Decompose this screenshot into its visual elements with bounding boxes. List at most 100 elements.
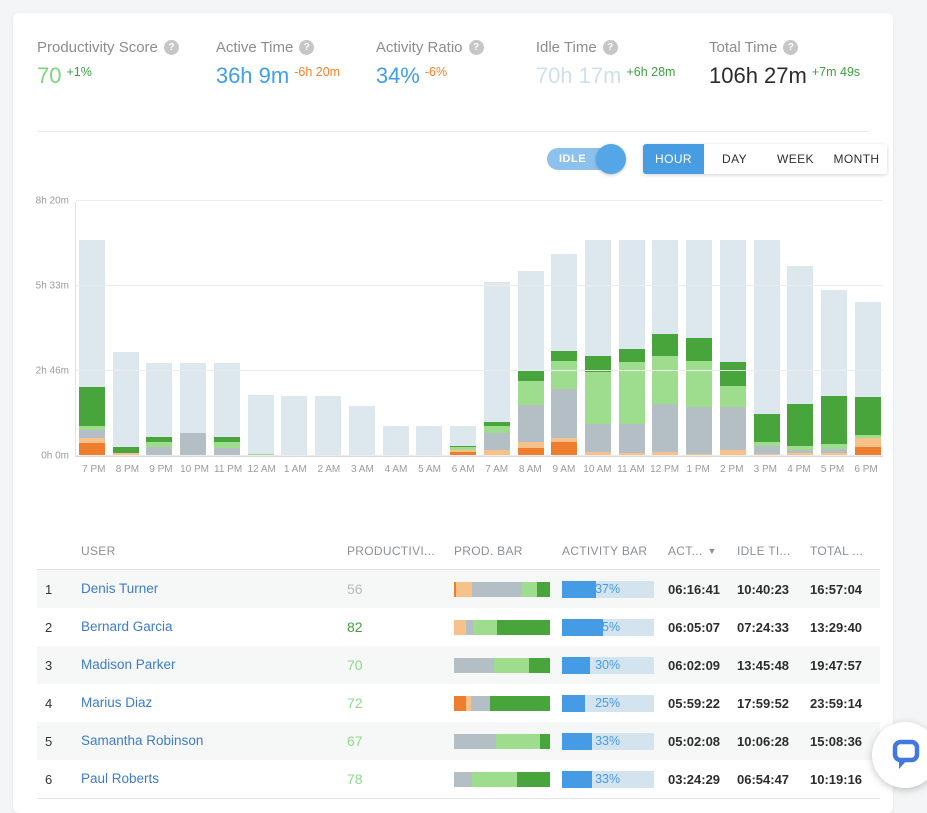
tab-day[interactable]: DAY — [704, 144, 765, 174]
stat-value: 70 — [37, 65, 61, 87]
header-user[interactable]: USER — [81, 544, 347, 558]
header-prod-bar[interactable]: PROD. BAR — [454, 544, 562, 558]
toggle-knob-icon[interactable] — [596, 144, 626, 174]
x-axis-tick-label: 12 PM — [648, 464, 682, 475]
bar-segment-idle — [349, 406, 375, 456]
prod-bar — [454, 696, 550, 711]
table-header-row: USERPRODUCTIVI...PROD. BARACTIVITY BARAC… — [37, 532, 880, 570]
bar-segment-productive — [754, 414, 780, 442]
bar-9-pm[interactable] — [146, 363, 172, 456]
gridline — [76, 455, 883, 456]
productivity-score-cell: 56 — [347, 581, 454, 597]
stat-delta: +7m 49s — [812, 66, 860, 79]
activity-bar: 25% — [562, 695, 654, 712]
stat-activity-ratio: Activity Ratio?34%-6% — [376, 39, 536, 87]
tab-hour[interactable]: HOUR — [643, 144, 704, 174]
bar-segment-idle — [180, 363, 206, 433]
x-axis-tick-label: 2 PM — [715, 464, 749, 475]
bar-segment-idle — [450, 426, 476, 446]
bar-3-am[interactable] — [349, 406, 375, 456]
sort-desc-icon[interactable]: ▼ — [707, 546, 716, 556]
prod-bar-cell — [454, 734, 562, 749]
stat-value-row: 106h 27m+7m 49s — [709, 65, 869, 87]
table-row: 5Samantha Robinson6733%05:02:0810:06:281… — [37, 722, 880, 760]
user-link[interactable]: Samantha Robinson — [81, 733, 203, 748]
header-idle-ti[interactable]: IDLE TI... — [737, 544, 810, 558]
bar-8-am[interactable] — [518, 271, 544, 456]
bar-2-am[interactable] — [315, 396, 341, 456]
stat-delta: -6h 20m — [294, 66, 340, 79]
bar-4-am[interactable] — [383, 426, 409, 456]
stat-active-time: Active Time?36h 9m-6h 20m — [216, 39, 376, 87]
bar-3-pm[interactable] — [754, 240, 780, 456]
x-axis-tick-label: 8 AM — [514, 464, 548, 475]
prod-bar-cell — [454, 620, 562, 635]
x-axis-tick-label: 10 PM — [178, 464, 212, 475]
bar-5-am[interactable] — [416, 426, 442, 456]
header-label: ACT... — [668, 544, 702, 558]
bar-segment-neutral — [686, 407, 712, 455]
x-axis-tick-label: 9 AM — [547, 464, 581, 475]
x-axis-tick-label: 3 PM — [749, 464, 783, 475]
header-act[interactable]: ACT... ▼ — [668, 544, 737, 558]
activity-bar-fill — [562, 733, 592, 750]
bar-4-pm[interactable] — [787, 266, 813, 456]
header-productivi[interactable]: PRODUCTIVI... — [347, 544, 454, 558]
bar-segment-neutral — [79, 430, 105, 438]
bar-6-pm[interactable] — [855, 302, 881, 456]
bar-segment-idle — [551, 254, 577, 351]
bar-10-am[interactable] — [585, 240, 611, 456]
bar-11-pm[interactable] — [214, 363, 240, 456]
user-link[interactable]: Madison Parker — [81, 657, 176, 672]
bar-1-pm[interactable] — [686, 240, 712, 456]
bar-11-am[interactable] — [619, 240, 645, 456]
x-axis-tick-label: 1 AM — [278, 464, 312, 475]
stats-divider — [37, 131, 869, 132]
chart-controls: IDLE HOURDAYWEEKMONTH — [547, 144, 887, 174]
tab-week[interactable]: WEEK — [765, 144, 826, 174]
help-icon[interactable]: ? — [164, 40, 179, 55]
bar-segment-neutral — [754, 446, 780, 455]
bar-5-pm[interactable] — [821, 290, 847, 456]
bar-1-am[interactable] — [281, 396, 307, 456]
prod-bar-segment — [529, 658, 550, 673]
bar-segment-neutral — [619, 424, 645, 454]
prod-bar — [454, 620, 550, 635]
bar-2-pm[interactable] — [720, 240, 746, 456]
bar-6-am[interactable] — [450, 426, 476, 456]
help-icon[interactable]: ? — [603, 40, 618, 55]
bar-7-pm[interactable] — [79, 240, 105, 456]
users-table: USERPRODUCTIVI...PROD. BARACTIVITY BARAC… — [37, 532, 880, 799]
chart-bars — [79, 202, 881, 456]
bar-10-pm[interactable] — [180, 363, 206, 456]
bar-segment-idle — [416, 426, 442, 456]
total-time-cell: 16:57:04 — [810, 582, 880, 597]
bar-7-am[interactable] — [484, 282, 510, 456]
prod-bar-segment — [454, 696, 466, 711]
user-link[interactable]: Bernard Garcia — [81, 619, 173, 634]
user-link[interactable]: Marius Diaz — [81, 695, 152, 710]
user-link[interactable]: Denis Turner — [81, 581, 158, 596]
tab-month[interactable]: MONTH — [826, 144, 887, 174]
bar-segment-productive — [787, 404, 813, 446]
prod-bar-segment — [466, 620, 474, 635]
activity-percent-label: 30% — [595, 658, 620, 672]
help-icon[interactable]: ? — [299, 40, 314, 55]
user-cell: Samantha Robinson — [81, 732, 347, 750]
bar-segment-productive — [821, 396, 847, 444]
user-link[interactable]: Paul Roberts — [81, 771, 159, 786]
bar-8-pm[interactable] — [113, 352, 139, 456]
stat-productivity-score: Productivity Score?70+1% — [37, 39, 216, 87]
header-activity-bar[interactable]: ACTIVITY BAR — [562, 544, 668, 558]
table-row: 4Marius Diaz7225%05:59:2217:59:5223:59:1… — [37, 684, 880, 722]
bar-segment-idle — [518, 271, 544, 371]
x-axis-tick-label: 9 PM — [144, 464, 178, 475]
idle-toggle[interactable]: IDLE — [547, 148, 613, 170]
bar-segment-idle — [652, 240, 678, 333]
bar-12-am[interactable] — [248, 395, 274, 456]
activity-bar-fill — [562, 695, 585, 712]
help-icon[interactable]: ? — [783, 40, 798, 55]
header-total[interactable]: TOTAL ... — [810, 544, 880, 558]
bar-12-pm[interactable] — [652, 240, 678, 456]
help-icon[interactable]: ? — [469, 40, 484, 55]
